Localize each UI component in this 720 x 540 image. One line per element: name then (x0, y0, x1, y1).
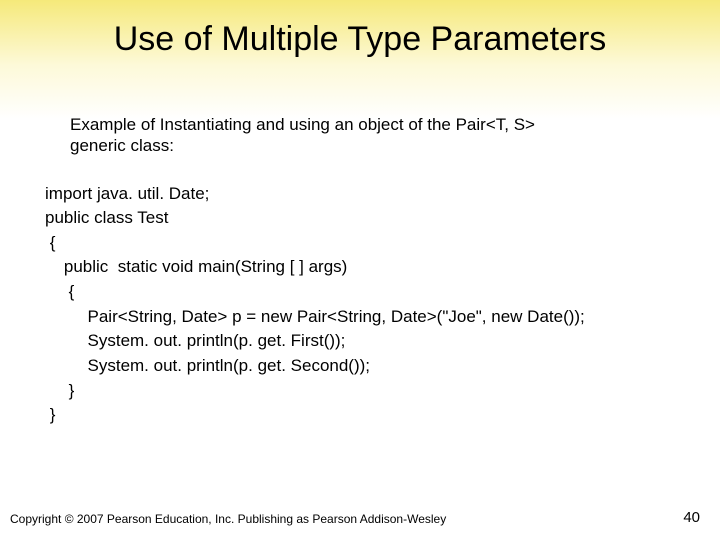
slide: Use of Multiple Type Parameters Example … (0, 0, 720, 540)
copyright-footer: Copyright © 2007 Pearson Education, Inc.… (10, 512, 446, 526)
slide-title: Use of Multiple Type Parameters (40, 0, 680, 59)
subtitle-line-2: generic class: (70, 136, 174, 155)
slide-subtitle: Example of Instantiating and using an ob… (70, 114, 670, 157)
code-block: import java. util. Date; public class Te… (45, 182, 700, 428)
subtitle-line-1: Example of Instantiating and using an ob… (70, 115, 535, 134)
page-number: 40 (683, 509, 700, 526)
